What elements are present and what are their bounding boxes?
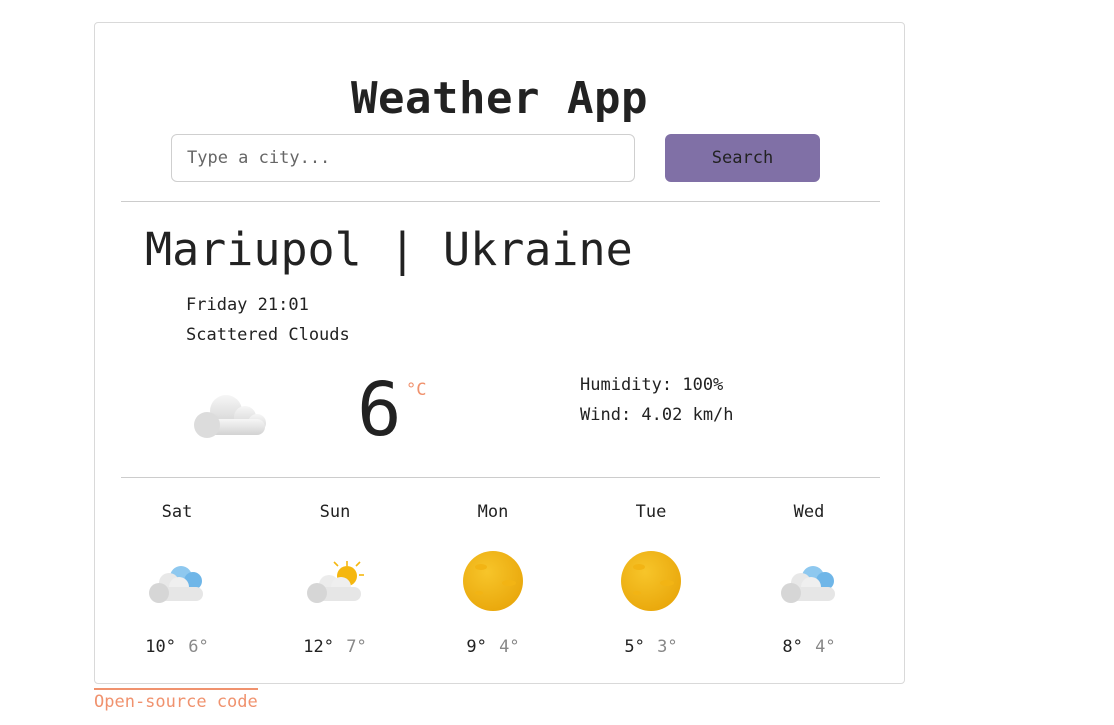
sun-icon — [461, 549, 525, 613]
divider — [121, 201, 880, 202]
forecast-max-temp: 8° — [782, 637, 803, 657]
forecast-min-temp: 6° — [188, 637, 209, 657]
weather-description: Scattered Clouds — [186, 325, 350, 345]
humidity-value: Humidity: 100% — [580, 375, 724, 395]
current-datetime: Friday 21:01 — [186, 295, 309, 315]
weather-card: Weather App Search Mariupol | Ukraine Fr… — [94, 22, 905, 684]
wind-value: Wind: 4.02 km/h — [580, 405, 734, 425]
page-title: Weather App — [351, 73, 648, 124]
cloud-icon — [191, 389, 271, 439]
forecast-max-temp: 9° — [466, 637, 487, 657]
sun-icon — [619, 549, 683, 613]
forecast-day-name: Mon — [477, 502, 509, 522]
forecast-min-temp: 7° — [346, 637, 367, 657]
forecast-day: Wed 8° 4° — [739, 501, 879, 657]
divider — [121, 477, 880, 478]
forecast-day-name: Sat — [161, 502, 193, 522]
cloud-sun-icon — [303, 549, 367, 613]
search-button[interactable]: Search — [665, 134, 820, 182]
forecast-day: Sun 12° 7° — [265, 501, 405, 657]
forecast-day: Sat 10° 6° — [107, 501, 247, 657]
forecast-day-name: Wed — [793, 502, 825, 522]
search-input[interactable] — [171, 134, 635, 182]
forecast-day-name: Sun — [319, 502, 351, 522]
forecast-min-temp: 3° — [657, 637, 678, 657]
forecast-max-temp: 12° — [303, 637, 334, 657]
forecast-day: Tue 5° 3° — [581, 501, 721, 657]
forecast-min-temp: 4° — [499, 637, 520, 657]
temperature-unit-toggle[interactable]: °C — [406, 380, 426, 400]
location-title: Mariupol | Ukraine — [145, 223, 633, 276]
forecast-max-temp: 5° — [624, 637, 645, 657]
forecast-day-name: Tue — [635, 502, 667, 522]
forecast-max-temp: 10° — [145, 637, 176, 657]
current-temperature: 6 — [357, 367, 402, 453]
forecast-day: Mon 9° 4° — [423, 501, 563, 657]
open-source-link[interactable]: Open-source code — [94, 688, 258, 712]
cloud-icon — [145, 549, 209, 613]
forecast-min-temp: 4° — [815, 637, 836, 657]
cloud-icon — [777, 549, 841, 613]
